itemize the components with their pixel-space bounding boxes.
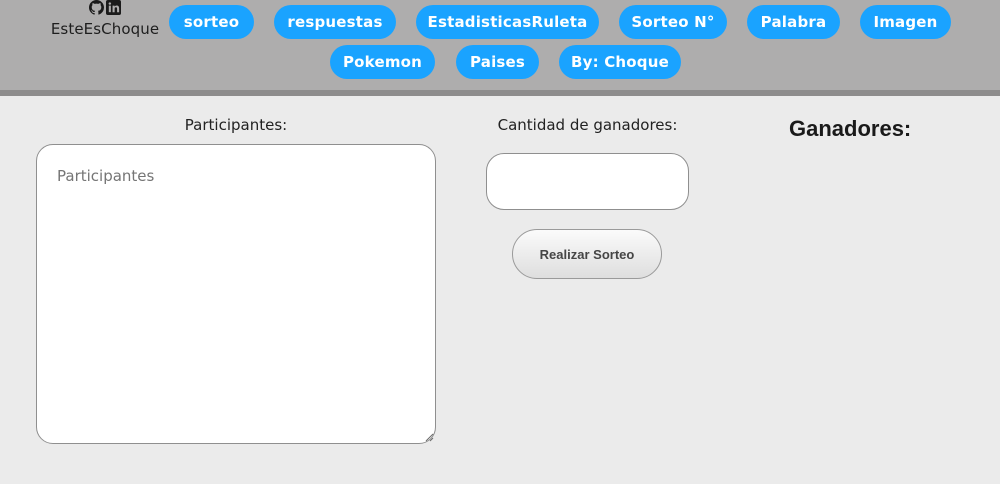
nav-sorteo-numero[interactable]: Sorteo N° — [619, 5, 727, 39]
nav-pokemon[interactable]: Pokemon — [330, 45, 435, 79]
participants-textarea[interactable] — [36, 144, 436, 444]
draw-button[interactable]: Realizar Sorteo — [512, 229, 662, 279]
nav-sorteo[interactable]: sorteo — [169, 5, 254, 39]
nav-palabra[interactable]: Palabra — [747, 5, 840, 39]
linkedin-icon[interactable] — [106, 0, 121, 16]
brand-icons — [50, 0, 160, 16]
nav-estadisticas-ruleta[interactable]: EstadisticasRuleta — [416, 5, 599, 39]
nav-imagen[interactable]: Imagen — [860, 5, 951, 39]
resize-handle-icon[interactable] — [424, 432, 434, 442]
participants-label: Participantes: — [184, 116, 288, 134]
winners-count-input[interactable] — [486, 153, 689, 210]
winners-count-label: Cantidad de ganadores: — [497, 116, 678, 134]
brand-name: EsteEsChoque — [50, 20, 160, 38]
brand: EsteEsChoque — [50, 0, 160, 38]
header-divider — [0, 90, 1000, 96]
winners-title: Ganadores: — [789, 116, 912, 141]
github-icon[interactable] — [89, 0, 104, 16]
nav-paises[interactable]: Paises — [456, 45, 539, 79]
nav-by-choque[interactable]: By: Choque — [559, 45, 681, 79]
nav-respuestas[interactable]: respuestas — [274, 5, 396, 39]
